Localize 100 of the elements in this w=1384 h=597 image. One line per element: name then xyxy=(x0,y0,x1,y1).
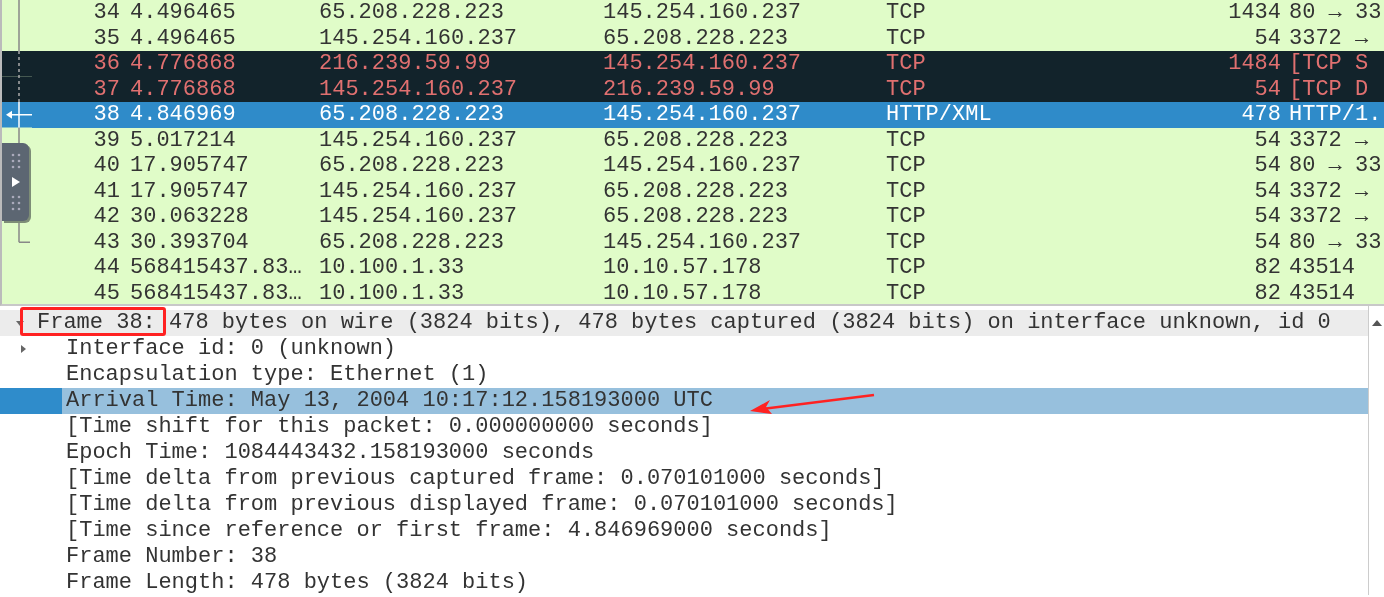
tree-item[interactable]: Interface id: 0 (unknown) xyxy=(66,336,397,362)
tree-item[interactable]: [Time since reference or first frame: 4.846969000 seconds] xyxy=(66,518,832,544)
packet-row[interactable]: 34 4.496465 65.208.228.223 145.254.160.237 TCP 1434 80 → 33 xyxy=(32,0,1384,26)
table-cell-text: 40 xyxy=(92,153,120,179)
packet-row[interactable]: 37 4.776868 145.254.160.237 216.239.59.99 TCP 54 [TCP D xyxy=(32,76,1384,102)
tree-item[interactable]: Frame Length: 478 bytes (3824 bits) xyxy=(66,570,529,596)
table-cell-text: 30.063228 xyxy=(129,204,250,230)
table-cell-text: 54 xyxy=(1253,153,1281,179)
table-cell-text: [TCP S xyxy=(1288,51,1370,77)
table-cell-text: 216.239.59.99 xyxy=(603,76,776,102)
packet-row[interactable]: 44 568415437.83… 10.100.1.33 10.10.57.178 TCP 82 43514 xyxy=(32,255,1384,281)
table-cell-text: 3372 → xyxy=(1288,178,1370,204)
table-cell-text: 82 xyxy=(1253,255,1281,281)
table-cell-text: 4.846969 xyxy=(129,102,237,128)
table-cell-text: 17.905747 xyxy=(129,178,250,204)
table-cell-text: TCP xyxy=(886,51,927,77)
packet-row[interactable]: 38 4.846969 65.208.228.223 145.254.160.237 HTTP/XML 478 HTTP/1. xyxy=(32,102,1384,128)
packet-row[interactable]: 39 5.017214 145.254.160.237 65.208.228.223 TCP 54 3372 → xyxy=(32,127,1384,153)
table-cell-text: 36 xyxy=(92,51,120,77)
table-cell-text: 17.905747 xyxy=(129,153,250,179)
table-cell-text: 10.100.1.33 xyxy=(319,280,466,304)
table-cell-text: TCP xyxy=(886,229,927,255)
table-cell-text: 80 → 33 xyxy=(1288,153,1383,179)
table-cell-text: 54 xyxy=(1253,178,1281,204)
table-cell-text: 37 xyxy=(92,76,120,102)
tree-item[interactable]: [Time delta from previous captured frame: 0.070101000 seconds] xyxy=(66,466,885,492)
packet-row[interactable]: 35 4.496465 145.254.160.237 65.208.228.223 TCP 54 3372 → xyxy=(32,25,1384,51)
table-cell-text: HTTP/1. xyxy=(1288,102,1383,128)
table-cell-text: 145.254.160.237 xyxy=(603,51,803,77)
tree-item[interactable]: Arrival Time: May 13, 2004 10:17:12.158193000 UTC xyxy=(66,388,713,414)
table-cell-text: 39 xyxy=(92,127,120,153)
table-cell-text: 10.100.1.33 xyxy=(319,255,466,281)
table-cell-text: 145.254.160.237 xyxy=(603,0,803,26)
table-cell-text: HTTP/XML xyxy=(886,102,993,128)
table-cell-text: 65.208.228.223 xyxy=(319,0,505,26)
table-cell-text: 65.208.228.223 xyxy=(319,229,505,255)
selection-indicator xyxy=(0,388,62,414)
table-cell-text: TCP xyxy=(886,127,927,153)
tree-item[interactable]: [Time delta from previous displayed frame: 0.070101000 seconds] xyxy=(66,492,898,518)
table-cell-text: 65.208.228.223 xyxy=(319,153,505,179)
table-cell-text: TCP xyxy=(886,76,927,102)
grip-icon xyxy=(9,152,22,170)
table-cell-text: 43 xyxy=(92,229,120,255)
side-panel-handle[interactable] xyxy=(2,143,29,221)
tree-item[interactable]: [Time shift for this packet: 0.000000000 seconds] xyxy=(66,414,713,440)
table-cell-text: TCP xyxy=(886,255,927,281)
table-cell-text: 10.10.57.178 xyxy=(603,280,763,304)
table-cell-text: 54 xyxy=(1253,204,1281,230)
table-cell-text: 80 → 33 xyxy=(1288,0,1383,26)
table-cell-text: 42 xyxy=(92,204,120,230)
table-cell-text: 568415437.83… xyxy=(129,255,303,281)
table-cell-text: 145.254.160.237 xyxy=(319,25,519,51)
packet-row[interactable]: 45 568415437.83… 10.100.1.33 10.10.57.178 TCP 82 43514 xyxy=(32,280,1384,304)
table-cell-text: 145.254.160.237 xyxy=(603,102,803,128)
table-cell-text: 216.239.59.99 xyxy=(319,51,492,77)
table-cell-text: 4.496465 xyxy=(129,0,237,26)
table-cell-text: 44 xyxy=(92,255,120,281)
packet-row[interactable]: 36 4.776868 216.239.59.99 145.254.160.237 TCP 1484 [TCP S xyxy=(32,51,1384,77)
packet-row[interactable]: 43 30.393704 65.208.228.223 145.254.160.237 TCP 54 80 → 33 xyxy=(32,229,1384,255)
table-cell-text: 65.208.228.223 xyxy=(319,102,505,128)
table-cell-text: 65.208.228.223 xyxy=(603,178,789,204)
table-cell-text: 54 xyxy=(1253,76,1281,102)
table-cell-text: 1434 xyxy=(1227,0,1281,26)
scrollbar[interactable] xyxy=(1368,306,1384,595)
scroll-up-icon xyxy=(1370,318,1383,328)
table-cell-text: 54 xyxy=(1253,229,1281,255)
table-cell-text: 3372 → xyxy=(1288,204,1370,230)
table-cell-text: 30.393704 xyxy=(129,229,250,255)
table-cell-text: TCP xyxy=(886,0,927,26)
table-cell-text: TCP xyxy=(886,280,927,304)
table-cell-text: 10.10.57.178 xyxy=(603,255,763,281)
table-cell-text: 54 xyxy=(1253,25,1281,51)
table-cell-text: 54 xyxy=(1253,127,1281,153)
table-cell-text: 1484 xyxy=(1227,51,1281,77)
table-cell-text: TCP xyxy=(886,153,927,179)
table-cell-text: 4.776868 xyxy=(129,51,237,77)
tree-item[interactable]: Epoch Time: 1084443432.158193000 seconds xyxy=(66,440,595,466)
packet-row[interactable]: 41 17.905747 145.254.160.237 65.208.228.223 TCP 54 3372 → xyxy=(32,178,1384,204)
table-cell-text: TCP xyxy=(886,204,927,230)
table-cell-text: 43514 xyxy=(1288,255,1356,281)
table-cell-text: 65.208.228.223 xyxy=(603,204,789,230)
table-cell-text: 145.254.160.237 xyxy=(319,127,519,153)
tree-item[interactable]: Encapsulation type: Ethernet (1) xyxy=(66,362,489,388)
tree-item[interactable]: Frame Number: 38 xyxy=(66,544,278,570)
table-cell-text: 145.254.160.237 xyxy=(603,153,803,179)
table-cell-text: 145.254.160.237 xyxy=(319,76,519,102)
table-cell-text: 5.017214 xyxy=(129,127,237,153)
table-cell-text: 41 xyxy=(92,178,120,204)
table-cell-text: 3372 → xyxy=(1288,127,1370,153)
grip-icon xyxy=(9,194,22,212)
table-cell-text: 478 xyxy=(1240,102,1281,128)
packet-row[interactable]: 40 17.905747 65.208.228.223 145.254.160.237 TCP 54 80 → 33 xyxy=(32,153,1384,179)
table-cell-text: 45 xyxy=(92,280,120,304)
table-cell-text: 3372 → xyxy=(1288,25,1370,51)
play-icon xyxy=(10,176,21,188)
table-cell-text: 145.254.160.237 xyxy=(319,204,519,230)
packet-row[interactable]: 42 30.063228 145.254.160.237 65.208.228.223 TCP 54 3372 → xyxy=(32,204,1384,230)
table-cell-text: 35 xyxy=(92,25,120,51)
table-cell-text: 4.496465 xyxy=(129,25,237,51)
table-cell-text: 80 → 33 xyxy=(1288,229,1383,255)
